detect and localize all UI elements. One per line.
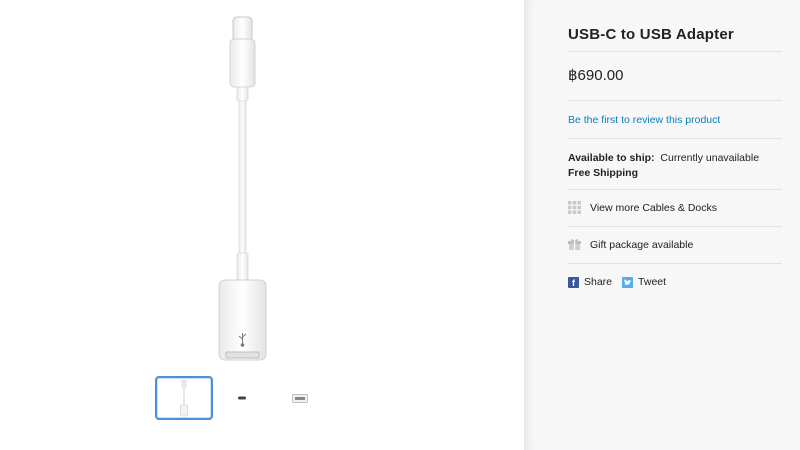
- main-product-image: [218, 16, 267, 361]
- tweet-button[interactable]: Tweet: [622, 276, 666, 288]
- divider: [568, 263, 782, 264]
- product-gallery: [0, 0, 524, 450]
- thumbnail-strip: [155, 376, 329, 422]
- gift-icon: [568, 239, 581, 250]
- tweet-label: Tweet: [638, 276, 667, 288]
- divider: [568, 189, 782, 190]
- product-title: USB-C to USB Adapter: [568, 26, 734, 43]
- thumbnail-usbc-end-image: [238, 396, 246, 400]
- shipping-info: Available to ship: Currently unavailable…: [568, 151, 759, 181]
- twitter-icon: [622, 276, 634, 288]
- product-info-panel: USB-C to USB Adapter ฿690.00 Be the firs…: [524, 0, 800, 450]
- ship-status: Currently unavailable: [660, 152, 760, 164]
- thumbnail-1[interactable]: [155, 376, 213, 420]
- facebook-icon: f: [568, 276, 579, 288]
- review-link[interactable]: Be the first to review this product: [568, 114, 720, 126]
- view-more-label: View more Cables & Docks: [590, 201, 718, 214]
- divider: [568, 51, 782, 52]
- ship-label: Available to ship:: [568, 152, 655, 164]
- gift-package-row: Gift package available: [568, 238, 693, 251]
- view-more-link[interactable]: View more Cables & Docks: [568, 201, 717, 214]
- share-label: Share: [584, 276, 613, 288]
- gift-label: Gift package available: [590, 238, 694, 251]
- thumbnail-usba-end-image: [292, 393, 308, 403]
- thumbnail-3[interactable]: [271, 376, 329, 420]
- thumbnail-adapter-image: [180, 379, 188, 417]
- free-shipping: Free Shipping: [568, 167, 639, 179]
- divider: [568, 100, 782, 101]
- social-share: f Share Tweet: [568, 276, 676, 288]
- divider: [568, 226, 782, 227]
- product-price: ฿690.00: [568, 67, 624, 84]
- grid-icon: [568, 201, 581, 214]
- divider: [568, 138, 782, 139]
- thumbnail-2[interactable]: [213, 376, 271, 420]
- share-button[interactable]: f Share: [568, 276, 612, 288]
